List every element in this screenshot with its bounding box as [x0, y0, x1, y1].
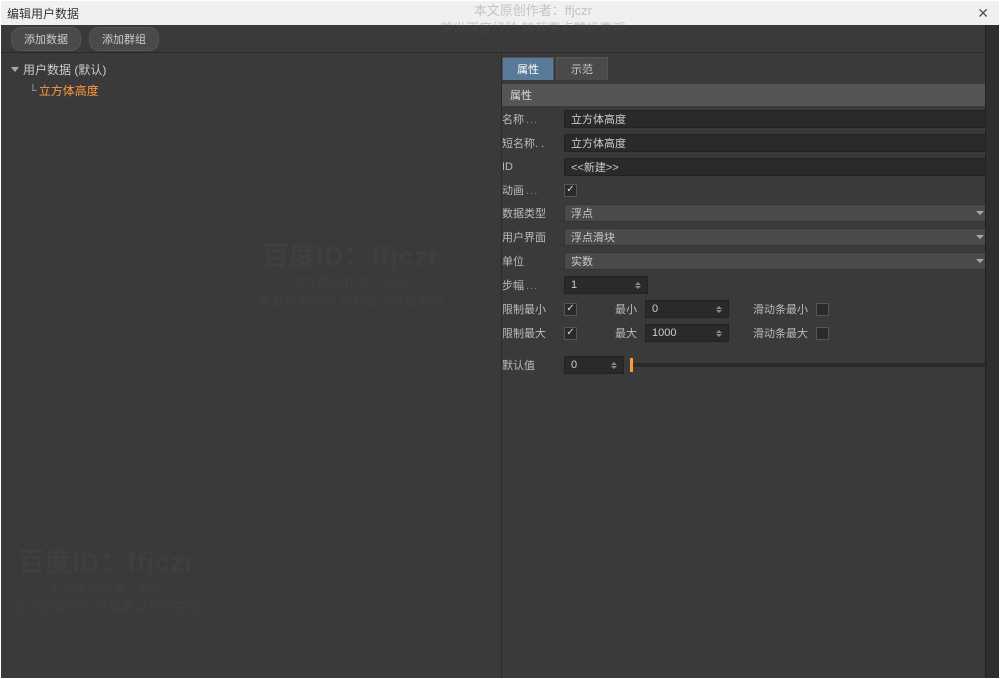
toolbar: 添加数据 添加群组	[1, 25, 999, 53]
max-value: 1000	[652, 327, 676, 339]
spinner-up-icon[interactable]	[716, 330, 722, 333]
slider-min-label: 滑动条最小	[753, 301, 808, 317]
step-spinner[interactable]: 1	[564, 276, 648, 294]
tree-branch-icon: └	[29, 85, 37, 97]
id-input[interactable]	[564, 158, 991, 176]
datatype-dropdown[interactable]: 浮点	[564, 204, 991, 222]
unit-dropdown[interactable]: 实数	[564, 252, 991, 270]
datatype-label: 数据类型	[502, 205, 558, 221]
step-label: 步幅	[502, 277, 558, 293]
chevron-down-icon	[976, 211, 984, 215]
tree-root-label: 用户数据 (默认)	[23, 61, 106, 78]
min-value: 0	[652, 303, 658, 315]
name-label: 名称	[502, 111, 558, 127]
close-icon[interactable]: ✕	[973, 5, 993, 22]
slider-max-checkbox[interactable]	[816, 327, 829, 340]
id-label: ID	[502, 161, 558, 173]
chevron-down-icon	[976, 235, 984, 239]
slider-max-label: 滑动条最大	[753, 325, 808, 341]
slider-min-checkbox[interactable]	[816, 303, 829, 316]
max-spinner[interactable]: 1000	[645, 324, 729, 342]
datatype-value: 浮点	[571, 205, 593, 221]
tree-root-item[interactable]: 用户数据 (默认)	[11, 61, 491, 78]
tree-child-label: 立方体高度	[39, 82, 99, 99]
spinner-down-icon[interactable]	[716, 310, 722, 313]
step-value: 1	[571, 279, 577, 291]
shortname-label: 短名称. .	[502, 135, 558, 151]
slider-handle[interactable]	[630, 358, 633, 372]
anim-label: 动画	[502, 182, 558, 198]
spinner-up-icon[interactable]	[611, 362, 617, 365]
default-value: 0	[571, 359, 577, 371]
spinner-up-icon[interactable]	[635, 282, 641, 285]
add-group-button[interactable]: 添加群组	[89, 27, 159, 51]
tab-bar: 属性 示范	[502, 57, 991, 80]
limit-max-checkbox[interactable]	[564, 327, 577, 340]
right-edge-strip	[985, 25, 999, 678]
max-label: 最大	[615, 325, 637, 341]
name-input[interactable]	[564, 110, 991, 128]
limit-max-label: 限制最大	[502, 325, 558, 341]
spinner-up-icon[interactable]	[716, 306, 722, 309]
tab-attributes[interactable]: 属性	[502, 57, 554, 80]
shortname-input[interactable]	[564, 134, 991, 152]
main-area: 用户数据 (默认) └ 立方体高度 属性 示范 属性 名称 短名称. .	[1, 53, 999, 678]
disclosure-triangle-icon[interactable]	[11, 67, 19, 72]
ui-value: 浮点滑块	[571, 229, 615, 245]
window-title: 编辑用户数据	[7, 5, 79, 22]
unit-label: 单位	[502, 253, 558, 269]
unit-value: 实数	[571, 253, 593, 269]
spinner-down-icon[interactable]	[635, 286, 641, 289]
anim-checkbox[interactable]	[564, 184, 577, 197]
chevron-down-icon	[976, 259, 984, 263]
titlebar: 编辑用户数据 ✕	[1, 1, 999, 25]
limit-min-label: 限制最小	[502, 301, 558, 317]
section-header: 属性	[502, 84, 991, 106]
default-spinner[interactable]: 0	[564, 356, 624, 374]
dialog-window: 编辑用户数据 ✕ 添加数据 添加群组 用户数据 (默认) └ 立方体高度 属性 …	[1, 1, 999, 678]
spinner-down-icon[interactable]	[716, 334, 722, 337]
ui-label: 用户界面	[502, 229, 558, 245]
tree-child-item[interactable]: └ 立方体高度	[29, 82, 491, 99]
spinner-down-icon[interactable]	[611, 366, 617, 369]
default-label: 默认值	[502, 357, 558, 373]
ui-dropdown[interactable]: 浮点滑块	[564, 228, 991, 246]
limit-min-checkbox[interactable]	[564, 303, 577, 316]
default-slider[interactable]	[630, 363, 991, 367]
tab-example[interactable]: 示范	[556, 57, 608, 80]
min-spinner[interactable]: 0	[645, 300, 729, 318]
min-label: 最小	[615, 301, 637, 317]
tree-panel: 用户数据 (默认) └ 立方体高度	[1, 53, 501, 678]
properties-panel: 属性 示范 属性 名称 短名称. . ID 动画 数据类型	[502, 53, 999, 678]
add-data-button[interactable]: 添加数据	[11, 27, 81, 51]
